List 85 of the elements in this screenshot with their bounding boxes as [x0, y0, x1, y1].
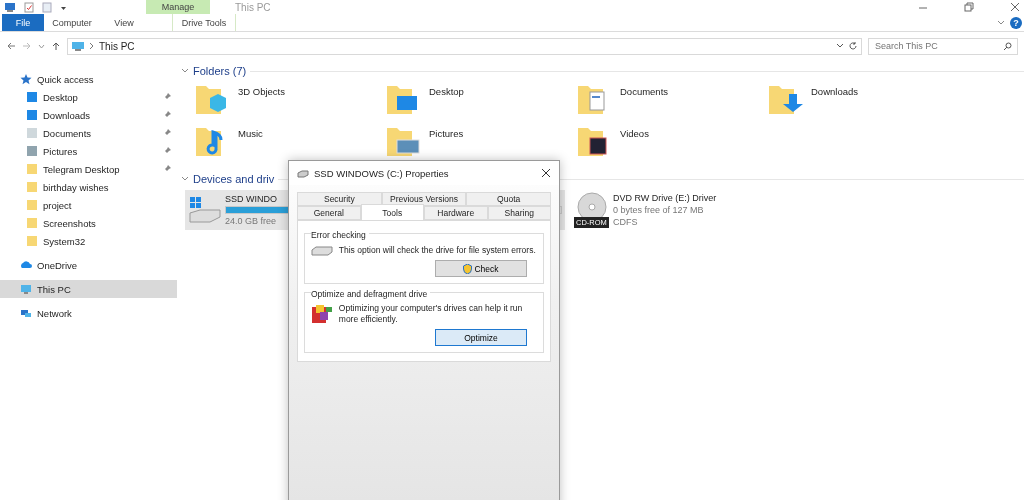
dialog-tab[interactable]: Quota: [466, 192, 551, 206]
folder-name[interactable]: Downloads: [811, 86, 858, 97]
group-title: Error checking: [311, 230, 369, 240]
folder-icon: [26, 163, 38, 175]
library-icon: [26, 145, 38, 157]
dialog-title: SSD WINDOWS (C:) Properties: [314, 167, 450, 179]
sidebar-item[interactable]: birthday wishes: [0, 178, 177, 196]
folder-icon: [26, 217, 38, 229]
folder-icon: [26, 199, 38, 211]
sidebar-item[interactable]: Screenshots: [0, 214, 177, 232]
sidebar-item[interactable]: Documents: [0, 124, 177, 142]
group-title: Optimize and defragment drive: [311, 289, 431, 299]
defragment-icon: [311, 303, 333, 325]
sidebar-item[interactable]: Downloads: [0, 106, 177, 124]
properties-icon[interactable]: [24, 1, 34, 13]
refresh-icon[interactable]: [848, 41, 858, 51]
sidebar-item[interactable]: project: [0, 196, 177, 214]
folder-name[interactable]: Pictures: [429, 128, 464, 139]
dialog-tab[interactable]: Tools: [360, 204, 424, 220]
dialog-tab[interactable]: Hardware: [424, 206, 488, 220]
ribbon-tab[interactable]: Drive Tools: [172, 14, 236, 31]
cloud-icon: [20, 259, 32, 271]
search-field[interactable]: Search This PC: [868, 37, 1018, 55]
drive-free-space: 0 bytes free of 127 MB: [613, 205, 704, 215]
window-title: This PC: [235, 1, 271, 13]
star-icon: [20, 73, 32, 85]
library-icon: [26, 127, 38, 139]
folder-name[interactable]: Videos: [620, 128, 649, 139]
pin-icon[interactable]: [163, 147, 171, 155]
folder-name[interactable]: 3D Objects: [238, 86, 285, 97]
sidebar-item[interactable]: This PC: [0, 280, 177, 298]
network-icon: [20, 307, 32, 319]
chevron-down-icon[interactable]: [181, 67, 189, 75]
dialog-tab[interactable]: Security: [297, 192, 382, 206]
chevron-right-icon: [89, 42, 95, 50]
group-description: This option will check the drive for file system errors.: [338, 244, 537, 256]
dialog-button[interactable]: Check: [435, 260, 527, 277]
pin-icon[interactable]: [163, 129, 171, 137]
drive-icon: [188, 195, 222, 225]
computer-icon: [71, 40, 85, 52]
group-description: Optimizing your computer's drives can help it run more efficiently.: [338, 303, 524, 325]
shield-icon: [463, 263, 473, 274]
pin-icon[interactable]: [163, 111, 171, 119]
group-header: Folders (7): [193, 65, 247, 77]
back-arrow-icon[interactable]: [6, 41, 16, 51]
computer-icon: [20, 283, 32, 295]
dialog-tab[interactable]: General: [297, 206, 361, 220]
folder-name[interactable]: Documents: [620, 86, 669, 97]
search-icon: [1003, 41, 1012, 51]
folder-name[interactable]: Desktop: [429, 86, 464, 97]
address-path: This PC: [99, 40, 135, 52]
sidebar-item[interactable]: Quick access: [0, 70, 177, 88]
close-icon[interactable]: [541, 168, 551, 178]
chevron-down-icon[interactable]: [836, 42, 844, 50]
chevron-down-icon[interactable]: [181, 175, 189, 183]
contextual-tab-group: Manage: [146, 0, 210, 14]
library-icon: [26, 91, 38, 103]
restore-icon[interactable]: [964, 2, 974, 12]
drive-free-space: 24.0 GB free: [225, 216, 277, 226]
address-bar[interactable]: This PC: [67, 37, 862, 55]
dialog-tab[interactable]: Previous Versions: [381, 192, 467, 206]
close-icon[interactable]: [1010, 2, 1020, 12]
computer-icon[interactable]: [4, 1, 16, 13]
sidebar-item[interactable]: Network: [0, 304, 177, 322]
folder-name[interactable]: Music: [238, 128, 263, 139]
dialog-tab[interactable]: Sharing: [487, 206, 551, 220]
pin-icon[interactable]: [163, 165, 171, 173]
drive-icon: [311, 244, 333, 256]
pin-icon[interactable]: [163, 93, 171, 101]
ribbon-tab[interactable]: File: [2, 14, 44, 31]
sidebar-item[interactable]: Pictures: [0, 142, 177, 160]
sidebar-item[interactable]: OneDrive: [0, 256, 177, 274]
drive-name: SSD WINDO: [225, 194, 277, 204]
dialog-button[interactable]: Optimize: [435, 329, 527, 346]
folder-icon: [26, 181, 38, 193]
up-arrow-icon[interactable]: [51, 41, 61, 51]
sidebar-item[interactable]: Desktop: [0, 88, 177, 106]
sidebar-item[interactable]: Telegram Desktop: [0, 160, 177, 178]
help-button[interactable]: ?: [1010, 16, 1022, 29]
forward-arrow-icon[interactable]: [22, 41, 32, 51]
folder-icon: [26, 235, 38, 247]
sidebar-item[interactable]: System32: [0, 232, 177, 250]
drive-name: DVD RW Drive (E:) Driver: [613, 193, 717, 203]
group-header: Devices and driv: [193, 173, 275, 185]
drive-filesystem: CDFS: [613, 217, 638, 227]
